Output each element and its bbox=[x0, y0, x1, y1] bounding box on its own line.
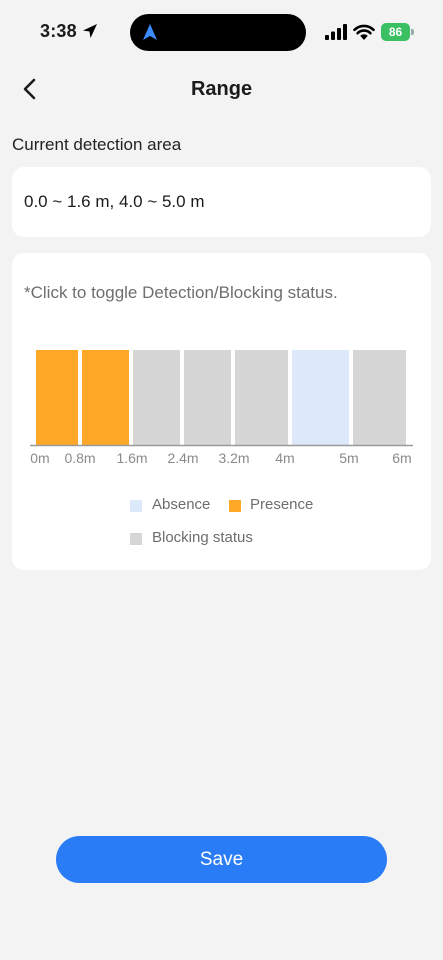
x-tick-label: 3.2m bbox=[218, 450, 249, 466]
legend-label-presence: Presence bbox=[250, 496, 314, 513]
range-bar-5[interactable] bbox=[235, 350, 288, 445]
status-time: 3:38 bbox=[40, 21, 77, 41]
detection-area-value: 0.0 ~ 1.6 m, 4.0 ~ 5.0 m bbox=[24, 192, 205, 211]
legend-swatch-blocking bbox=[130, 533, 142, 545]
range-bar-7[interactable] bbox=[353, 350, 406, 445]
battery-level: 86 bbox=[381, 23, 410, 41]
legend-swatch-presence bbox=[229, 500, 241, 512]
legend-label-blocking: Blocking status bbox=[152, 529, 253, 546]
legend-swatch-absence bbox=[130, 500, 142, 512]
range-bar-2[interactable] bbox=[82, 350, 129, 445]
legend-label-absence: Absence bbox=[152, 496, 211, 513]
page-title: Range bbox=[190, 78, 253, 100]
range-bar-1[interactable] bbox=[36, 350, 78, 445]
wifi-icon bbox=[353, 24, 375, 40]
status-bar: 3:38 86 bbox=[0, 0, 443, 64]
range-chart-card: *Click to toggle Detection/Blocking stat… bbox=[12, 253, 431, 570]
detection-area-card: 0.0 ~ 1.6 m, 4.0 ~ 5.0 m bbox=[12, 167, 431, 237]
x-tick-label: 4m bbox=[275, 450, 294, 466]
battery-icon: 86 bbox=[381, 23, 415, 41]
x-tick-label: 5m bbox=[339, 450, 358, 466]
x-tick-label: 0m bbox=[30, 450, 49, 466]
save-button[interactable]: Save bbox=[56, 836, 387, 883]
x-tick-label: 1.6m bbox=[116, 450, 147, 466]
range-bar-3[interactable] bbox=[133, 350, 180, 445]
battery-cap bbox=[411, 29, 414, 35]
range-bar-4[interactable] bbox=[184, 350, 231, 445]
location-arrow-icon bbox=[83, 24, 97, 38]
range-bar-6[interactable] bbox=[292, 350, 349, 445]
detection-area-label: Current detection area bbox=[12, 135, 182, 154]
range-chart: 0m 0.8m 1.6m 2.4m 3.2m 4m 5m 6m bbox=[30, 350, 413, 466]
x-tick-label: 2.4m bbox=[167, 450, 198, 466]
x-tick-label: 0.8m bbox=[64, 450, 95, 466]
cellular-signal-icon bbox=[325, 24, 347, 40]
navigation-icon bbox=[143, 24, 157, 40]
dynamic-island bbox=[130, 14, 306, 51]
x-tick-label: 6m bbox=[392, 450, 411, 466]
